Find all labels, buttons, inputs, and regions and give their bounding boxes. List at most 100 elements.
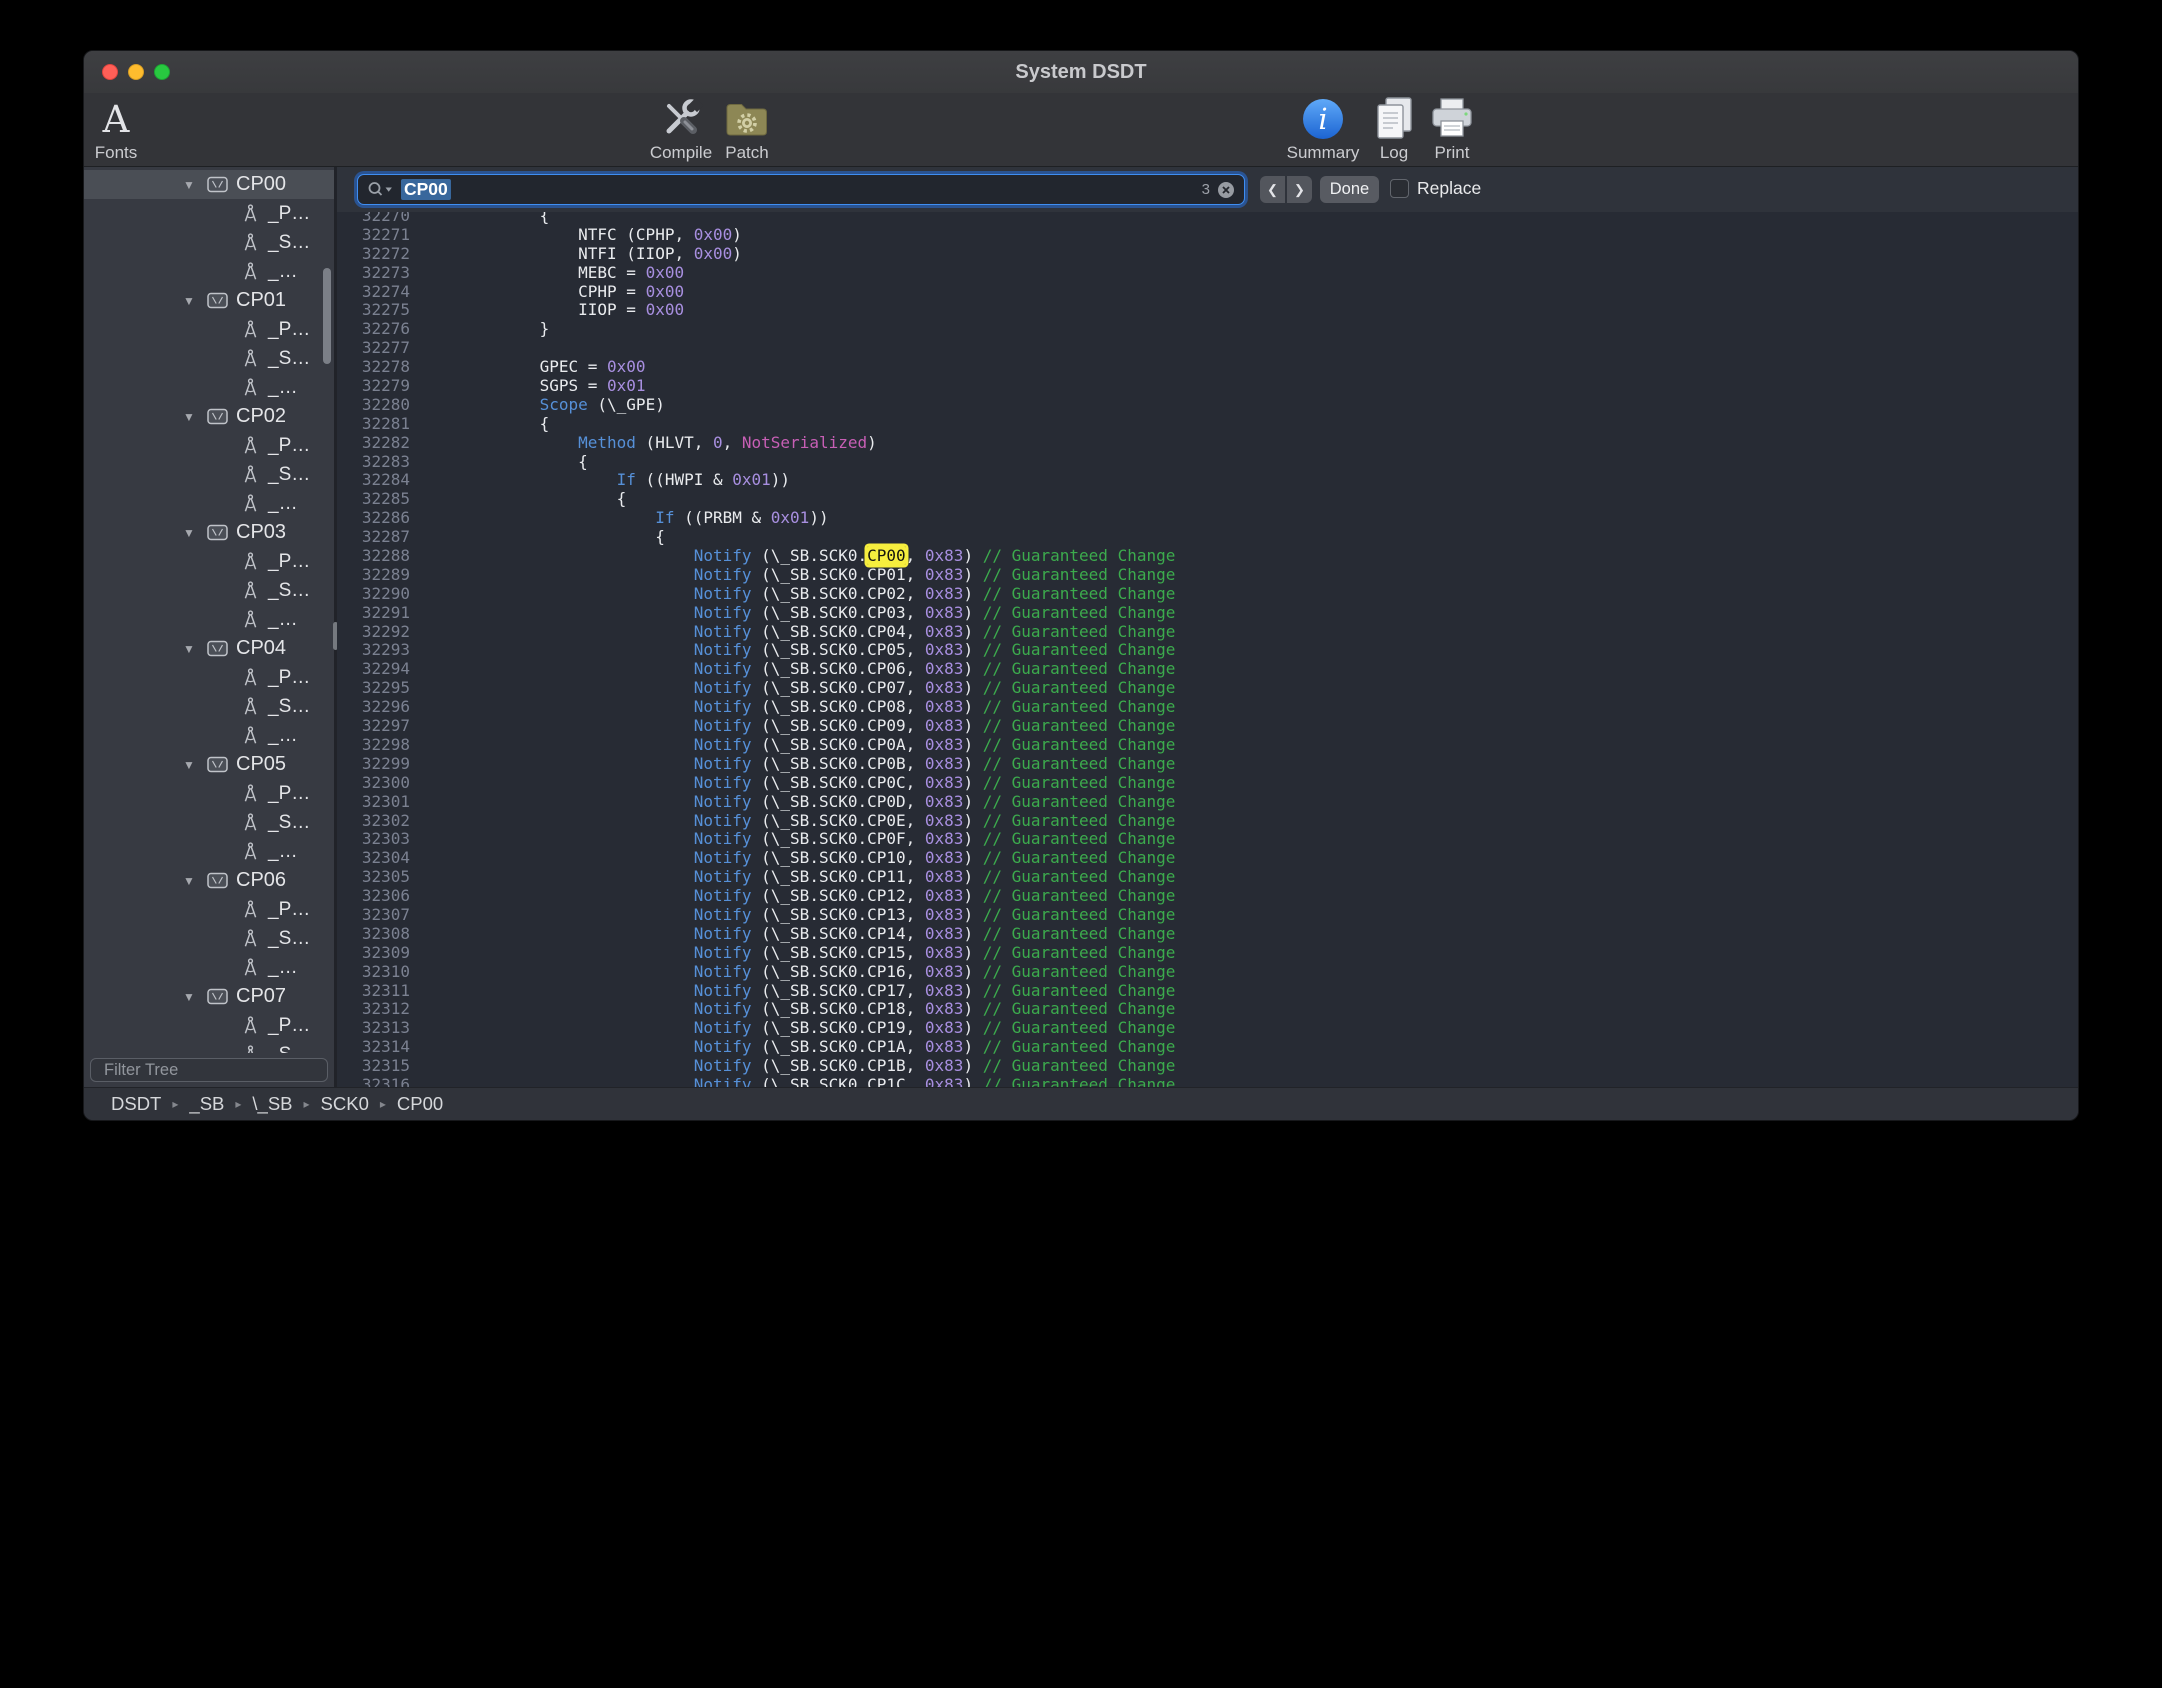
tree-node-child[interactable]: _P… xyxy=(84,895,334,924)
previous-match-button[interactable]: ❮ xyxy=(1260,176,1285,203)
tree-node-child[interactable]: _… xyxy=(84,953,334,982)
tree-node-child[interactable]: _… xyxy=(84,837,334,866)
line-number: 32271 xyxy=(337,226,424,245)
method-compass-icon xyxy=(242,958,259,978)
method-compass-icon xyxy=(242,929,259,949)
tree-node-child[interactable]: _P… xyxy=(84,779,334,808)
filter-tree-field xyxy=(90,1058,328,1082)
disclosure-triangle-icon[interactable]: ▼ xyxy=(183,294,199,308)
line-number: 32276 xyxy=(337,320,424,339)
done-button[interactable]: Done xyxy=(1320,176,1379,203)
tree-node-child[interactable]: _S… xyxy=(84,576,334,605)
code-line: 32308 Notify (\_SB.SCK0.CP14, 0x83) // G… xyxy=(337,925,2078,944)
tree-node-child[interactable]: _P… xyxy=(84,199,334,228)
line-number: 32312 xyxy=(337,1000,424,1019)
line-number: 32270 xyxy=(337,212,424,226)
disclosure-triangle-icon[interactable]: ▼ xyxy=(183,990,199,1004)
tree-node-cp02[interactable]: ▼CP02 xyxy=(84,402,334,431)
replace-toggle[interactable]: Replace xyxy=(1390,178,1481,199)
disclosure-triangle-icon[interactable]: ▼ xyxy=(183,178,199,192)
code-line: 32277 xyxy=(337,339,2078,358)
patch-button[interactable]: Patch xyxy=(703,94,791,163)
tree-node-child[interactable]: _P… xyxy=(84,547,334,576)
breadcrumb-item[interactable]: CP00 xyxy=(397,1093,443,1115)
print-button[interactable]: Print xyxy=(1408,94,1496,163)
close-button[interactable] xyxy=(102,64,118,80)
search-field[interactable]: CP00 3 xyxy=(357,174,1245,205)
tree-node-label: _… xyxy=(268,493,298,515)
maciasl-window: System DSDT A Fonts xyxy=(83,50,2079,1121)
breadcrumb-item[interactable]: SCK0 xyxy=(321,1093,369,1115)
disclosure-triangle-icon[interactable]: ▼ xyxy=(183,642,199,656)
breadcrumb-item[interactable]: DSDT xyxy=(111,1093,161,1115)
tree-node-cp07[interactable]: ▼CP07 xyxy=(84,982,334,1011)
disclosure-triangle-icon[interactable]: ▼ xyxy=(183,410,199,424)
search-menu-icon[interactable] xyxy=(367,181,394,198)
tree-node-child[interactable]: _S… xyxy=(84,1040,334,1053)
tree-node-label: CP05 xyxy=(236,753,286,776)
tree-node-label: _… xyxy=(268,261,298,283)
tree-node-cp06[interactable]: ▼CP06 xyxy=(84,866,334,895)
code-line: 32270 { xyxy=(337,212,2078,226)
tree-node-cp04[interactable]: ▼CP04 xyxy=(84,634,334,663)
tree-node-child[interactable]: _P… xyxy=(84,663,334,692)
code-line: 32291 Notify (\_SB.SCK0.CP03, 0x83) // G… xyxy=(337,604,2078,623)
replace-checkbox[interactable] xyxy=(1390,179,1409,198)
breadcrumb-item[interactable]: _SB xyxy=(189,1093,224,1115)
code-line: 32297 Notify (\_SB.SCK0.CP09, 0x83) // G… xyxy=(337,717,2078,736)
tree-node-label: _… xyxy=(268,609,298,631)
method-compass-icon xyxy=(242,204,259,224)
sidebar: ▼CP00_P…_S…_…▼CP01_P…_S…_…▼CP02_P…_S…_…▼… xyxy=(84,167,334,1087)
tree-node-child[interactable]: _S… xyxy=(84,344,334,373)
tree-node-child[interactable]: _S… xyxy=(84,460,334,489)
sidebar-scrollbar[interactable] xyxy=(323,268,331,364)
tree-node-child[interactable]: _S… xyxy=(84,228,334,257)
minimize-button[interactable] xyxy=(128,64,144,80)
disclosure-triangle-icon[interactable]: ▼ xyxy=(183,874,199,888)
tree-node-child[interactable]: _… xyxy=(84,605,334,634)
line-number: 32279 xyxy=(337,377,424,396)
tree-node-child[interactable]: _… xyxy=(84,721,334,750)
fonts-button[interactable]: A Fonts xyxy=(83,94,160,163)
line-number: 32278 xyxy=(337,358,424,377)
tree-node-child[interactable]: _… xyxy=(84,373,334,402)
tree-node-cp01[interactable]: ▼CP01 xyxy=(84,286,334,315)
method-compass-icon xyxy=(242,552,259,572)
clear-search-icon[interactable] xyxy=(1217,181,1235,199)
code-line: 32284 If ((HWPI & 0x01)) xyxy=(337,471,2078,490)
match-navigation: ❮ ❯ xyxy=(1260,176,1312,203)
toolbar: A Fonts Compi xyxy=(84,93,2078,167)
line-number: 32293 xyxy=(337,641,424,660)
tree-node-child[interactable]: _P… xyxy=(84,431,334,460)
tree-node-child[interactable]: _S… xyxy=(84,924,334,953)
zoom-button[interactable] xyxy=(154,64,170,80)
titlebar[interactable]: System DSDT xyxy=(84,51,2078,93)
disclosure-triangle-icon[interactable]: ▼ xyxy=(183,526,199,540)
tree-node-child[interactable]: _P… xyxy=(84,315,334,344)
disclosure-triangle-icon[interactable]: ▼ xyxy=(183,758,199,772)
next-match-button[interactable]: ❯ xyxy=(1287,176,1312,203)
tree-node-child[interactable]: _S… xyxy=(84,808,334,837)
tree-node-label: _P… xyxy=(268,1015,310,1037)
line-number: 32313 xyxy=(337,1019,424,1038)
tree-node-child[interactable]: _… xyxy=(84,489,334,518)
tree-node-child[interactable]: _P… xyxy=(84,1011,334,1040)
code-line: 32307 Notify (\_SB.SCK0.CP13, 0x83) // G… xyxy=(337,906,2078,925)
filter-tree-input[interactable] xyxy=(104,1061,324,1080)
tree-node-child[interactable]: _… xyxy=(84,257,334,286)
method-compass-icon xyxy=(242,842,259,862)
tree-node-cp00[interactable]: ▼CP00 xyxy=(84,170,334,199)
breadcrumb-separator-icon: ▸ xyxy=(380,1097,386,1111)
breadcrumb: DSDT▸_SB▸\_SB▸SCK0▸CP00 xyxy=(111,1093,443,1115)
method-compass-icon xyxy=(242,494,259,514)
code-line: 32272 NTFI (IIOP, 0x00) xyxy=(337,245,2078,264)
tree-node-child[interactable]: _S… xyxy=(84,692,334,721)
breadcrumb-item[interactable]: \_SB xyxy=(252,1093,292,1115)
tree-node-label: _P… xyxy=(268,435,310,457)
tree-node-cp03[interactable]: ▼CP03 xyxy=(84,518,334,547)
patch-label: Patch xyxy=(703,143,791,163)
tree-node-label: _S… xyxy=(268,464,310,486)
code-editor[interactable]: 32270 {32271 NTFC (CPHP, 0x00)32272 NTFI… xyxy=(337,212,2078,1087)
tree-node-cp05[interactable]: ▼ CP05 xyxy=(84,750,334,779)
sidebar-tree: ▼CP00_P…_S…_…▼CP01_P…_S…_…▼CP02_P…_S…_…▼… xyxy=(84,167,334,1053)
